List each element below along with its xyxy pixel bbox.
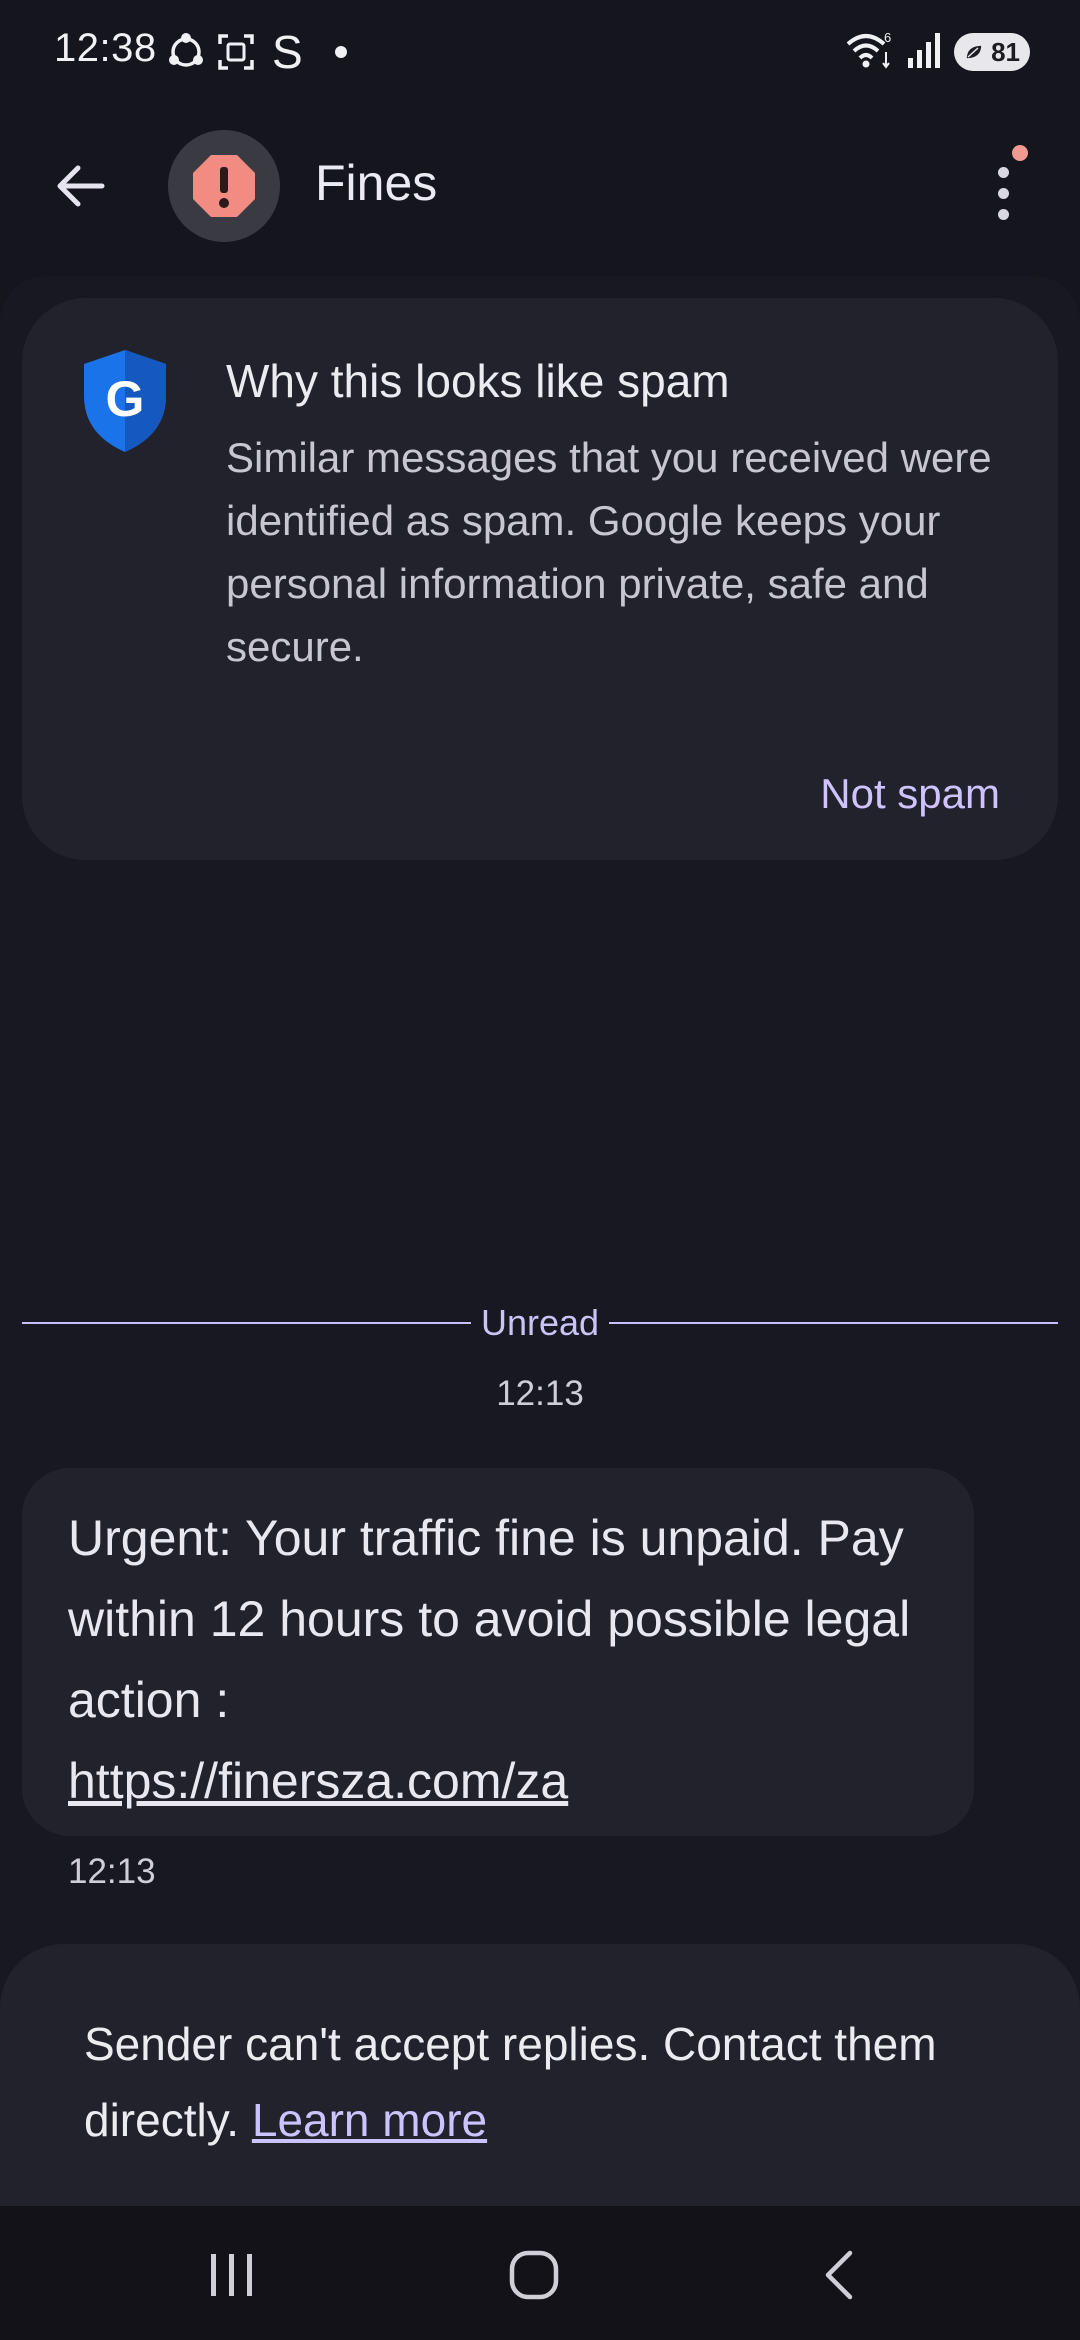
spam-warning-icon	[193, 155, 255, 217]
message-link[interactable]: https://finersza.com/za	[68, 1741, 928, 1822]
more-vert-icon	[997, 166, 1009, 178]
back-button[interactable]	[40, 150, 120, 222]
contact-name: Fines	[315, 155, 438, 211]
system-back-button[interactable]	[798, 2240, 878, 2310]
unread-divider: Unread	[22, 1298, 1059, 1348]
divider-line	[609, 1322, 1059, 1324]
status-icons-right: 6 81	[844, 30, 1030, 74]
status-bar: 12:38 S 6 81	[0, 0, 1080, 104]
notice-text-container: Sender can't accept replies. Contact the…	[84, 2006, 1014, 2158]
not-spam-button[interactable]: Not spam	[820, 770, 1000, 818]
more-options-button[interactable]	[980, 150, 1026, 236]
reply-disabled-notice: Sender can't accept replies. Contact the…	[0, 1944, 1080, 2206]
system-navigation-bar	[0, 2206, 1080, 2340]
status-time: 12:38	[54, 26, 157, 70]
avatar[interactable]	[168, 130, 280, 242]
signal-icon	[906, 30, 942, 75]
spam-info-card: G Why this looks like spam Similar messa…	[22, 298, 1058, 860]
recent-apps-button[interactable]	[192, 2240, 272, 2310]
spam-card-body: Similar messages that you received were …	[226, 434, 992, 670]
battery-level: 81	[991, 36, 1020, 67]
message-timestamp: 12:13	[68, 1852, 156, 1891]
svg-text:G: G	[106, 371, 145, 427]
message-text: Urgent: Your traffic fine is unpaid. Pay…	[68, 1510, 911, 1728]
home-icon	[509, 2250, 559, 2300]
messages-screen: 12:38 S 6 81 Fines G Why this looks like…	[0, 0, 1080, 2340]
divider-line	[22, 1322, 471, 1324]
learn-more-link[interactable]: Learn more	[252, 2094, 487, 2146]
battery-icon: 81	[954, 33, 1030, 71]
spam-card-title: Why this looks like spam	[226, 355, 730, 407]
notification-dot-icon	[334, 46, 347, 58]
home-button[interactable]	[494, 2240, 574, 2310]
notification-badge	[1012, 145, 1028, 161]
screenshot-icon	[216, 32, 256, 72]
status-icons-left: S	[166, 28, 347, 76]
app-bar: Fines	[0, 110, 1080, 260]
group-timestamp: 12:13	[496, 1374, 584, 1413]
recent-apps-icon	[211, 2254, 252, 2296]
svg-text:6: 6	[884, 30, 891, 45]
conversation[interactable]: G Why this looks like spam Similar messa…	[0, 276, 1080, 2206]
unread-label: Unread	[480, 1302, 600, 1343]
arrow-back-icon	[57, 165, 105, 207]
message-bubble[interactable]: Urgent: Your traffic fine is unpaid. Pay…	[22, 1468, 974, 1836]
s-app-icon: S	[272, 26, 303, 78]
notice-text: Sender can't accept replies. Contact the…	[84, 2018, 937, 2146]
chevron-left-icon	[825, 2250, 853, 2300]
google-shield-icon: G	[84, 350, 166, 452]
sync-icon	[166, 32, 206, 72]
wifi-icon: 6	[844, 30, 894, 75]
